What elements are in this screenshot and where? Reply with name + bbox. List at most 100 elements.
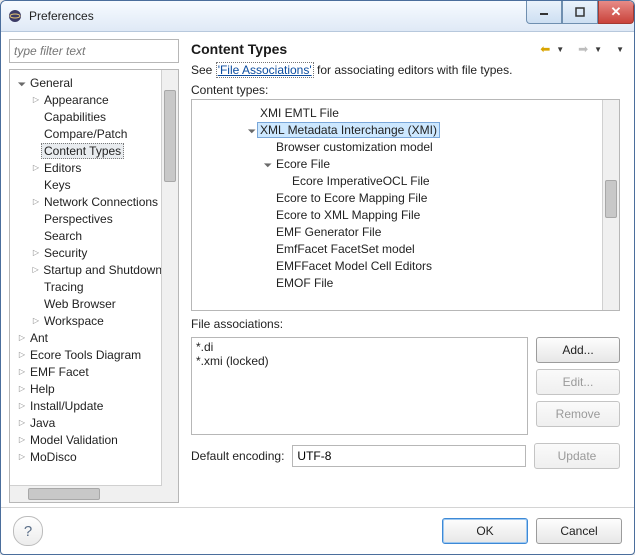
forward-menu-caret[interactable]: ▼ — [594, 45, 602, 54]
tree-row[interactable]: Java — [10, 414, 162, 431]
tree-row[interactable]: Ecore to XML Mapping File — [192, 206, 603, 223]
tree-item-label[interactable]: Content Types — [41, 143, 124, 159]
tree-item-label[interactable]: Keys — [44, 178, 71, 192]
expand-icon[interactable] — [16, 434, 28, 446]
expand-icon[interactable] — [16, 400, 28, 412]
tree-item-label[interactable]: EMF Generator File — [276, 225, 381, 239]
expand-icon[interactable] — [16, 417, 28, 429]
tree-row[interactable]: Perspectives — [10, 210, 162, 227]
tree-item-label[interactable]: General — [30, 76, 73, 90]
tree-row[interactable]: EMF Generator File — [192, 223, 603, 240]
filter-input[interactable] — [9, 39, 179, 63]
tree-item-label[interactable]: Search — [44, 229, 82, 243]
file-associations-link[interactable]: 'File Associations' — [216, 62, 314, 78]
tree-item-label[interactable]: Install/Update — [30, 399, 103, 413]
back-menu-caret[interactable]: ▼ — [556, 45, 564, 54]
sidebar-hscroll[interactable] — [10, 485, 162, 502]
content-types-viewport[interactable]: XMI EMTL File XML Metadata Interchange (X… — [192, 100, 603, 310]
tree-item-label[interactable]: Browser customization model — [276, 140, 433, 154]
tree-row[interactable]: MoDisco — [10, 448, 162, 465]
forward-icon[interactable]: ➡ — [574, 41, 592, 57]
tree-row[interactable]: Tracing — [10, 278, 162, 295]
ok-button[interactable]: OK — [442, 518, 528, 544]
tree-item-label[interactable]: Tracing — [44, 280, 84, 294]
tree-item-label[interactable]: Security — [44, 246, 87, 260]
nav-tree-viewport[interactable]: General Appearance Capabilities Compare/Pat… — [10, 70, 162, 486]
tree-row[interactable]: Install/Update — [10, 397, 162, 414]
view-menu-icon[interactable]: ▼ — [616, 45, 624, 54]
help-icon[interactable]: ? — [13, 516, 43, 546]
tree-item-label[interactable]: Capabilities — [44, 110, 106, 124]
tree-row[interactable]: Security — [10, 244, 162, 261]
file-association-item[interactable]: *.xmi (locked) — [196, 354, 523, 368]
tree-row[interactable]: Startup and Shutdown — [10, 261, 162, 278]
tree-row[interactable]: EMF Facet — [10, 363, 162, 380]
tree-row[interactable]: Appearance — [10, 91, 162, 108]
tree-item-label[interactable]: Ecore to XML Mapping File — [276, 208, 420, 222]
expand-icon[interactable] — [16, 366, 28, 378]
tree-row[interactable]: Browser customization model — [192, 138, 603, 155]
sidebar-vscroll[interactable] — [161, 70, 178, 486]
expand-icon[interactable] — [30, 162, 42, 174]
tree-row[interactable]: Search — [10, 227, 162, 244]
tree-item-label[interactable]: Model Validation — [30, 433, 118, 447]
tree-row[interactable]: EmfFacet FacetSet model — [192, 240, 603, 257]
tree-item-label[interactable]: EMOF File — [276, 276, 333, 290]
tree-row[interactable]: XML Metadata Interchange (XMI) — [192, 121, 603, 138]
tree-row[interactable]: Web Browser — [10, 295, 162, 312]
tree-row[interactable]: Keys — [10, 176, 162, 193]
tree-row[interactable]: Model Validation — [10, 431, 162, 448]
content-types-vscroll[interactable] — [602, 100, 619, 310]
tree-row[interactable]: Content Types — [10, 142, 162, 159]
tree-row[interactable]: Help — [10, 380, 162, 397]
update-button[interactable]: Update — [534, 443, 620, 469]
tree-item-label[interactable]: Ecore Tools Diagram — [30, 348, 141, 362]
tree-item-label[interactable]: Java — [30, 416, 55, 430]
expand-icon[interactable] — [30, 94, 42, 106]
tree-row[interactable]: Capabilities — [10, 108, 162, 125]
file-associations-list[interactable]: *.di*.xmi (locked) — [191, 337, 528, 435]
tree-item-label[interactable]: XML Metadata Interchange (XMI) — [257, 122, 440, 138]
tree-item-label[interactable]: Compare/Patch — [44, 127, 127, 141]
tree-row[interactable]: Ecore to Ecore Mapping File — [192, 189, 603, 206]
collapse-icon[interactable] — [262, 158, 274, 170]
tree-item-label[interactable]: Editors — [44, 161, 81, 175]
tree-row[interactable]: Compare/Patch — [10, 125, 162, 142]
maximize-button[interactable] — [562, 1, 598, 24]
tree-row[interactable]: Editors — [10, 159, 162, 176]
tree-row[interactable]: Workspace — [10, 312, 162, 329]
titlebar[interactable]: Preferences ✕ — [1, 1, 634, 32]
tree-item-label[interactable]: Network Connections — [44, 195, 158, 209]
tree-row[interactable]: XMI EMTL File — [192, 104, 603, 121]
tree-row[interactable]: General — [10, 74, 162, 91]
minimize-button[interactable] — [526, 1, 562, 24]
expand-icon[interactable] — [30, 247, 42, 259]
cancel-button[interactable]: Cancel — [536, 518, 622, 544]
tree-item-label[interactable]: Perspectives — [44, 212, 113, 226]
expand-icon[interactable] — [30, 315, 42, 327]
tree-row[interactable]: Network Connections — [10, 193, 162, 210]
expand-icon[interactable] — [16, 451, 28, 463]
tree-item-label[interactable]: Ecore File — [276, 157, 330, 171]
tree-item-label[interactable]: EMFFacet Model Cell Editors — [276, 259, 432, 273]
tree-item-label[interactable]: Appearance — [44, 93, 109, 107]
collapse-icon[interactable] — [16, 77, 28, 89]
back-icon[interactable]: ⬅ — [536, 41, 554, 57]
tree-item-label[interactable]: XMI EMTL File — [260, 106, 339, 120]
default-encoding-input[interactable] — [292, 445, 526, 467]
edit-button[interactable]: Edit... — [536, 369, 620, 395]
tree-item-label[interactable]: Startup and Shutdown — [43, 263, 162, 277]
expand-icon[interactable] — [30, 196, 42, 208]
expand-icon[interactable] — [16, 349, 28, 361]
expand-icon[interactable] — [16, 383, 28, 395]
close-button[interactable]: ✕ — [598, 1, 634, 24]
tree-item-label[interactable]: Ecore to Ecore Mapping File — [276, 191, 427, 205]
tree-row[interactable]: Ant — [10, 329, 162, 346]
tree-item-label[interactable]: EMF Facet — [30, 365, 89, 379]
expand-icon[interactable] — [16, 332, 28, 344]
tree-item-label[interactable]: Workspace — [44, 314, 104, 328]
remove-button[interactable]: Remove — [536, 401, 620, 427]
tree-item-label[interactable]: Help — [30, 382, 55, 396]
tree-row[interactable]: EMFFacet Model Cell Editors — [192, 257, 603, 274]
file-association-item[interactable]: *.di — [196, 340, 523, 354]
